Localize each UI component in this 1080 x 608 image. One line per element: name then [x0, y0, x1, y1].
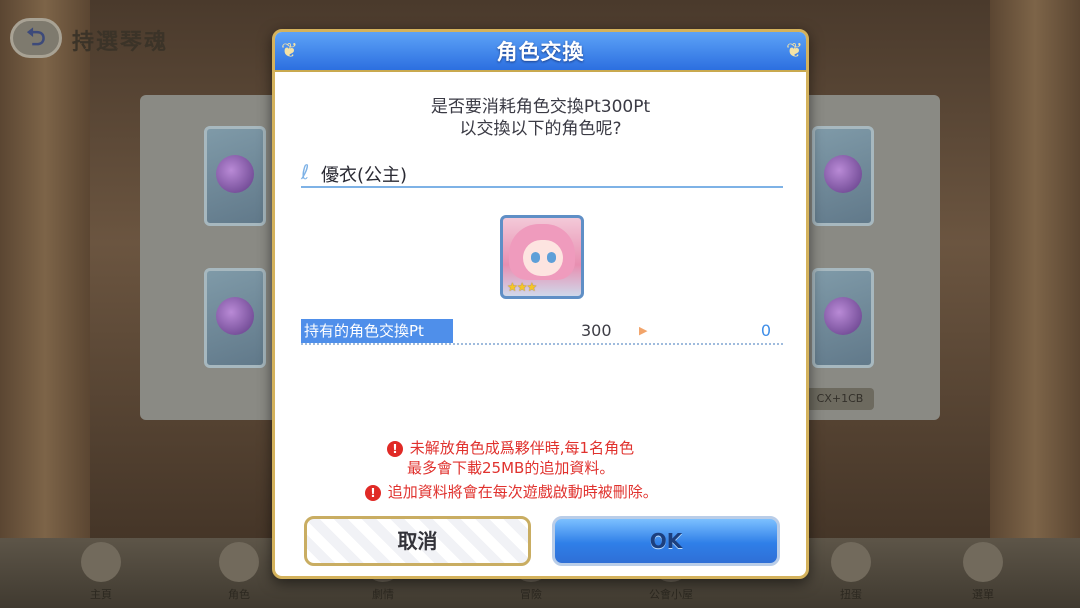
background-card: [204, 126, 266, 226]
character-name-row: ℓ 優衣(公主): [301, 158, 783, 188]
pillar-left: [0, 0, 90, 608]
pt-label: 持有的角色交換Pt: [301, 319, 453, 343]
pt-after-value: 0: [760, 321, 771, 340]
dialog-header: ❦ ❦ 角色交換: [275, 32, 806, 72]
home-icon: [81, 542, 121, 582]
exchange-pt-row: 持有的角色交換Pt 300 ▶ 0: [301, 319, 783, 345]
character-name: 優衣(公主): [321, 165, 408, 186]
question-line-2: 以交換以下的角色呢?: [459, 119, 622, 139]
nav-menu[interactable]: 選單: [952, 542, 1014, 602]
cancel-button[interactable]: 取消: [304, 516, 531, 566]
background-badge: CX+1CB: [806, 388, 874, 410]
character-exchange-dialog: ❦ ❦ 角色交換 是否要消耗角色交換Pt300Pt 以交換以下的角色呢? ℓ 優…: [272, 29, 809, 579]
pt-before-value: 300: [581, 321, 612, 340]
warning-icon: !: [387, 440, 403, 457]
nav-character[interactable]: 角色: [208, 542, 270, 602]
background-card: [812, 268, 874, 368]
top-bar: ⮌ 持選琴魂: [0, 10, 200, 58]
background-card: [204, 268, 266, 368]
character-portrait: ★★★: [500, 215, 584, 299]
page-title: 持選琴魂: [72, 30, 169, 55]
character-icon: [219, 542, 259, 582]
confirm-question: 是否要消耗角色交換Pt300Pt 以交換以下的角色呢?: [275, 96, 806, 140]
curl-ornament-icon: ℓ: [301, 160, 310, 184]
nav-home[interactable]: 主頁: [70, 542, 132, 602]
ok-button[interactable]: OK: [552, 516, 780, 566]
warning-delete: ! 追加資料將會在每次遊戲啟動時被刪除。: [365, 482, 658, 502]
back-arrow-icon[interactable]: ⮌: [10, 18, 62, 58]
dialog-title: 角色交換: [496, 40, 585, 64]
pillar-right: [990, 0, 1080, 608]
warning-download: ! 未解放角色成爲夥伴時,每1名角色 最多會下載25MB的追加資料。: [387, 438, 634, 478]
menu-icon: [963, 542, 1003, 582]
background-card: [812, 126, 874, 226]
question-line-1: 是否要消耗角色交換Pt300Pt: [430, 97, 651, 117]
nav-gacha[interactable]: 扭蛋: [820, 542, 882, 602]
arrow-right-icon: ▶: [639, 324, 648, 337]
star-rating: ★★★: [507, 280, 537, 294]
warning-icon: !: [365, 484, 381, 501]
gacha-icon: [831, 542, 871, 582]
